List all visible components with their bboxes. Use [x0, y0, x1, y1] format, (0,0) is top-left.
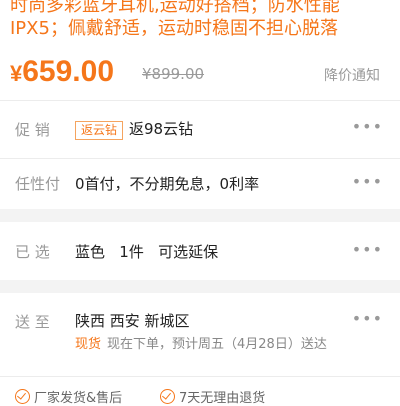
delivery-row[interactable]: 送 至 陕西 西安 新城区 ••• 现货 现在下单，预计周五（4月28日）送达 [0, 293, 400, 373]
delivery-info: 现货 现在下单，预计周五（4月28日）送达 [75, 333, 375, 354]
price-row: ¥659.00 ¥899.00 降价通知 [10, 56, 390, 88]
more-dots-icon[interactable]: ••• [352, 240, 383, 259]
installment-label: 任性付 [15, 175, 61, 193]
service-item: 厂家发货&售后 [15, 387, 122, 406]
selected-label: 已 选 [15, 243, 50, 261]
current-price: ¥659.00 [10, 56, 114, 90]
services-row[interactable]: 厂家发货&售后 7天无理由退货 [0, 385, 400, 406]
installment-row[interactable]: 任性付 0首付，不分期免息，0利率 ••• [0, 158, 400, 208]
selected-text: 蓝色 1件 可选延保 [75, 243, 219, 261]
check-circle-icon [15, 389, 30, 404]
delivery-estimate: 现在下单，预计周五（4月28日）送达 [107, 337, 327, 352]
original-price: ¥899.00 [142, 65, 205, 83]
more-dots-icon[interactable]: ••• [352, 117, 383, 136]
promotion-tag: 返云钻 [75, 121, 124, 140]
stock-status: 现货 [75, 337, 102, 352]
check-circle-icon [160, 389, 175, 404]
installment-text: 0首付，不分期免息，0利率 [75, 175, 260, 193]
promotion-value: 返云钻 返98云钻 [75, 118, 193, 140]
currency-symbol: ¥ [10, 61, 23, 86]
service-item: 7天无理由退货 [160, 387, 265, 406]
product-promo-text: 时尚多彩蓝牙耳机,运动好搭档；防水性能IPX5；佩戴舒适，运动时稳固不担心脱落 [10, 0, 340, 39]
section-gap [0, 280, 400, 293]
current-price-value: 659.00 [22, 55, 115, 88]
delivery-region: 陕西 西安 新城区 [75, 312, 190, 330]
section-gap [0, 209, 400, 222]
more-dots-icon[interactable]: ••• [352, 172, 383, 191]
price-drop-notify-button[interactable]: 降价通知 [324, 65, 380, 85]
selected-row[interactable]: 已 选 蓝色 1件 可选延保 ••• [0, 222, 400, 280]
more-dots-icon[interactable]: ••• [352, 309, 383, 328]
divider [0, 376, 400, 377]
promotion-label: 促 销 [15, 121, 50, 139]
promotion-row[interactable]: 促 销 返云钻 返98云钻 ••• [0, 100, 400, 158]
promotion-text: 返98云钻 [129, 120, 194, 138]
delivery-label: 送 至 [15, 313, 50, 331]
